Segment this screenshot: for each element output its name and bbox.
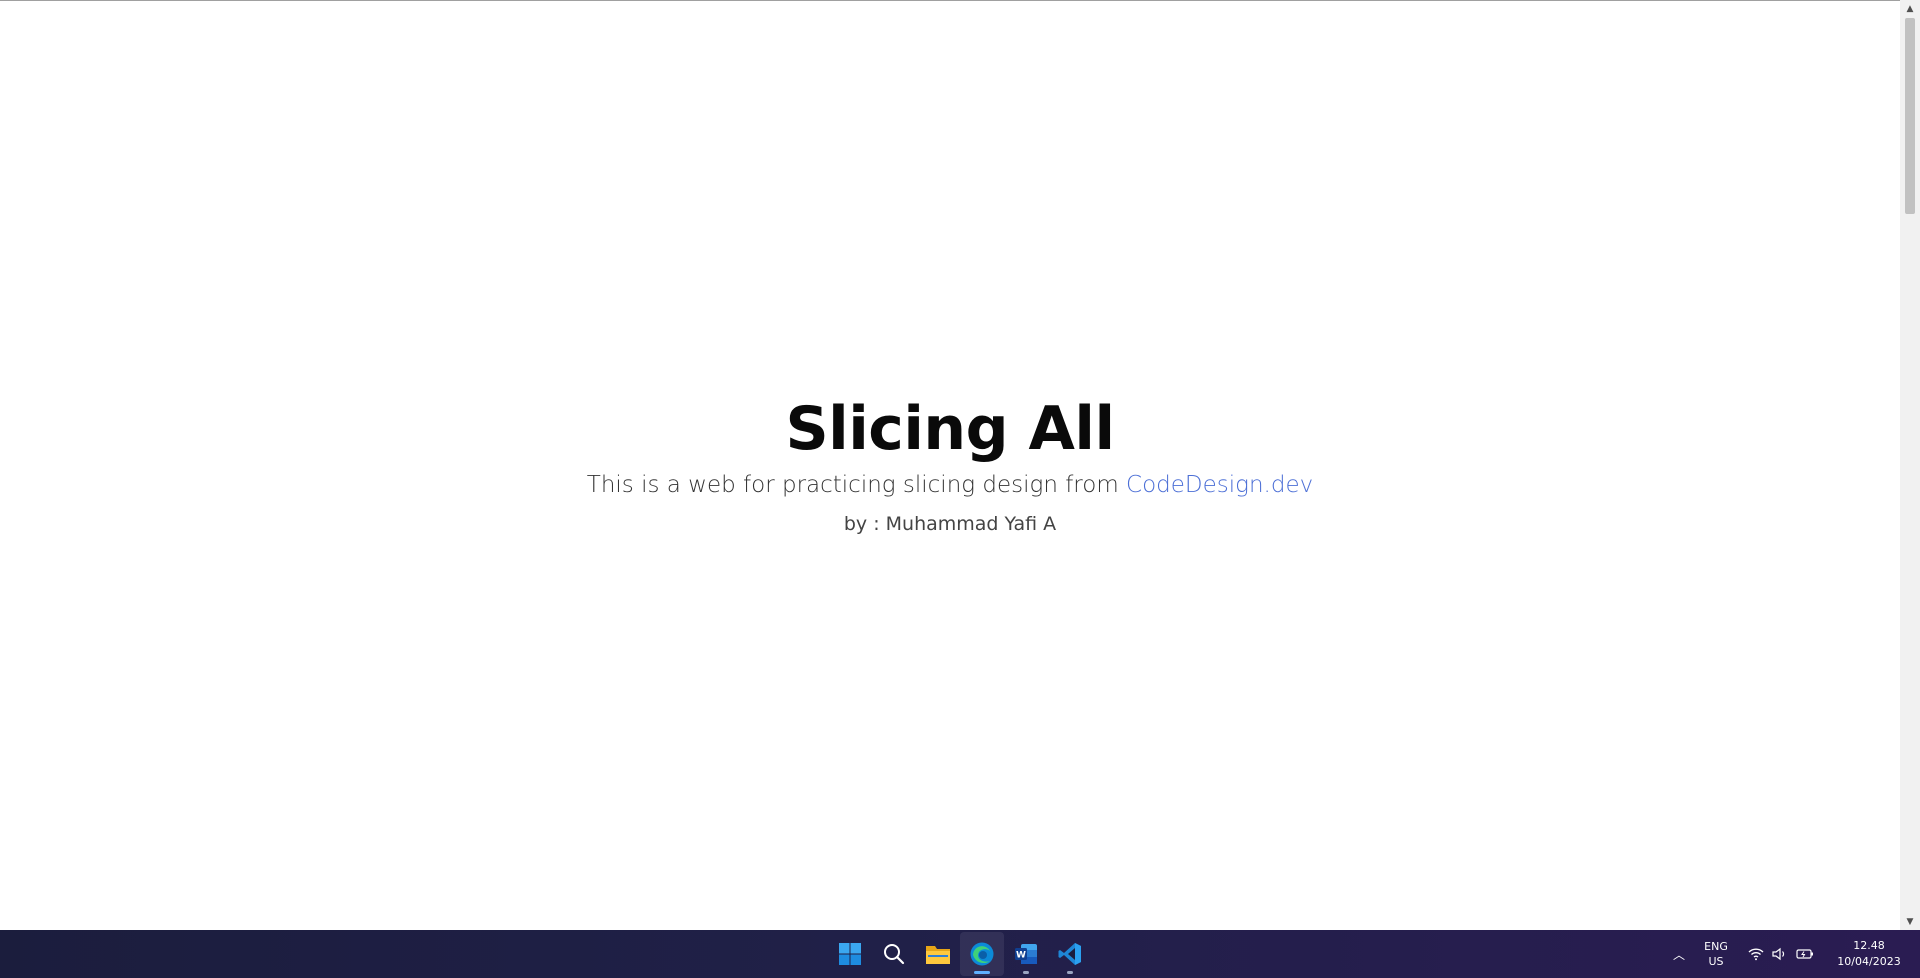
word-icon: W <box>1015 944 1037 964</box>
scroll-thumb[interactable] <box>1905 18 1915 214</box>
app-running-indicator <box>1067 971 1073 974</box>
language-region: US <box>1708 955 1724 968</box>
codedesign-link[interactable]: CodeDesign.dev <box>1126 472 1313 498</box>
system-tray: ︿ ENG US 12.48 10/04/2023 <box>1664 930 1920 978</box>
svg-text:W: W <box>1016 951 1026 961</box>
author-credit: by : Muhammad Yafi A <box>843 513 1057 535</box>
scroll-up-arrow-icon[interactable]: ▲ <box>1900 0 1920 17</box>
language-indicator[interactable]: ENG US <box>1694 939 1738 969</box>
word-button[interactable]: W <box>1004 932 1048 976</box>
edge-browser-icon <box>970 942 994 966</box>
clock-time: 12.48 <box>1853 939 1885 952</box>
hero-section: Slicing All This is a web for practicing… <box>0 393 1900 537</box>
app-active-indicator <box>974 971 990 974</box>
file-explorer-button[interactable] <box>916 932 960 976</box>
subtitle-text: This is a web for practicing slicing des… <box>586 472 1127 498</box>
taskbar-apps: W <box>828 930 1092 978</box>
vscode-icon <box>1058 943 1081 965</box>
battery-icon <box>1796 949 1813 959</box>
start-button[interactable] <box>828 932 872 976</box>
volume-icon <box>1772 947 1785 961</box>
page-subtitle: This is a web for practicing slicing des… <box>0 469 1900 501</box>
search-button[interactable] <box>872 932 916 976</box>
show-hidden-icons-chevron-icon[interactable]: ︿ <box>1664 946 1694 963</box>
clock-date: 10/04/2023 <box>1837 955 1901 968</box>
app-running-indicator <box>1023 971 1029 974</box>
language-code: ENG <box>1704 940 1728 953</box>
search-icon <box>884 944 905 965</box>
windows-start-icon <box>839 943 861 965</box>
vscode-button[interactable] <box>1048 932 1092 976</box>
edge-button[interactable] <box>960 932 1004 976</box>
scroll-down-arrow-icon[interactable]: ▼ <box>1900 913 1920 930</box>
clock[interactable]: 12.48 10/04/2023 <box>1824 938 1920 970</box>
page-title: Slicing All <box>785 394 1115 464</box>
browser-viewport: Slicing All This is a web for practicing… <box>0 0 1900 930</box>
windows-taskbar: W ︿ ENG US 12.48 10/04/2023 <box>0 930 1920 978</box>
folder-icon <box>926 946 950 964</box>
wifi-icon <box>1748 948 1764 961</box>
quick-settings[interactable] <box>1738 947 1824 961</box>
vertical-scrollbar[interactable]: ▲ ▼ <box>1900 0 1920 930</box>
